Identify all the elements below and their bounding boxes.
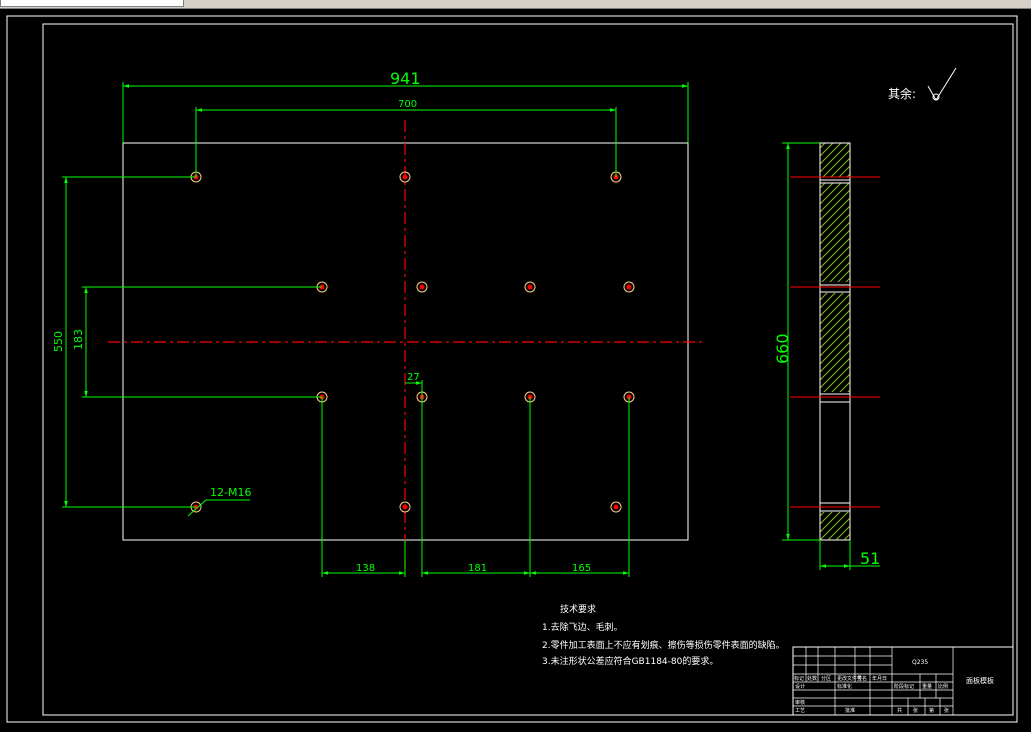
hole [623,281,635,293]
section-hatch [820,143,850,177]
sheet-border-outer [6,15,1018,723]
dimension-lines [62,82,689,577]
title-cell: 张 [913,707,918,714]
title-part-name: 面板模板 [966,676,994,685]
dim-165: 165 [572,563,591,574]
dim-941: 941 [390,69,421,88]
title-cell: 阶段标记 [894,683,914,690]
hole [416,281,428,293]
tech-item: 3.未注形状公差应符合GB1184-80的要求。 [542,655,718,667]
hole [610,501,622,513]
dim-550: 550 [52,331,65,352]
hole [399,501,411,513]
title-block: Q235 面板模板 标记 处数 分区 更改文件号 签名 年月日 设计 标准化 阶… [792,646,1014,716]
title-cell: 第 [929,707,934,714]
title-cell: 标记 [794,675,804,682]
title-cell: 设计 [795,683,805,690]
dim-700: 700 [398,99,417,110]
title-cell: 标准化 [837,683,852,690]
tech-item: 2.零件加工表面上不应有划痕、擦伤等损伤零件表面的缺陷。 [542,639,785,651]
title-cell: 分区 [821,675,831,682]
dim-181: 181 [468,563,487,574]
title-cell: 共 [897,707,902,714]
surface-finish-symbol: 其余: [888,67,957,101]
title-cell: 重量 [922,683,932,690]
cad-drawing[interactable]: 其余: 941 700 550 183 27 138 181 165 12-M1… [0,9,1031,732]
dim-660: 660 [773,333,792,364]
dim-183: 183 [72,329,85,350]
title-cell: 签名 [857,675,867,682]
menu-bar [0,0,1031,9]
title-cell: 批准 [845,707,855,714]
tech-requirements: 技术要求 1.去除飞边、毛刺。 2.零件加工表面上不应有划痕、擦伤等损伤零件表面… [542,603,785,667]
section-hatch [820,512,850,540]
title-cell: 工艺 [795,708,805,714]
title-cell: 审核 [795,699,805,706]
tech-title: 技术要求 [560,603,596,615]
title-material: Q235 [912,659,928,666]
title-cell: 年月日 [872,675,887,682]
side-view: 660 51 [773,142,880,570]
title-cell: 比例 [938,683,948,690]
dim-138: 138 [356,563,375,574]
hole-callout: 12-M16 [210,486,251,499]
section-hatch [820,183,850,282]
section-hatch [820,293,850,392]
dim-27: 27 [407,372,420,383]
hole [524,281,536,293]
title-cell: 处数 [807,675,817,682]
dim-51: 51 [860,549,880,568]
tech-item: 1.去除飞边、毛刺。 [542,621,623,633]
surface-finish-label: 其余: [888,86,916,101]
sheet-border-inner [42,23,1014,716]
command-field[interactable] [0,0,184,7]
title-cell: 张 [944,707,949,714]
